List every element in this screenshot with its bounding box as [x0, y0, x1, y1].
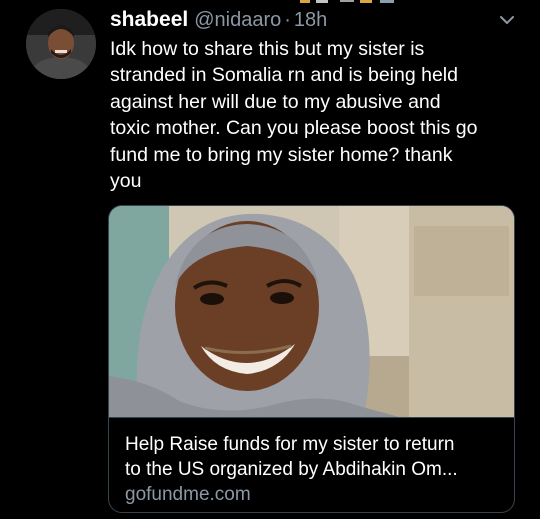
profile-avatar[interactable]	[26, 9, 96, 79]
avatar-image	[26, 9, 96, 79]
tweet-text-line: you	[110, 170, 142, 193]
tweet-text-line: fund me to bring my sister home? thank	[110, 143, 453, 166]
card-body: Help Raise funds for my sister to return…	[109, 417, 514, 512]
tweet-text-line: toxic mother. Can you please boost this …	[110, 117, 478, 140]
card-image	[109, 206, 514, 417]
separator-dot: ·	[284, 8, 291, 31]
tweet-header: shabeel @nidaaro · 18h	[110, 6, 327, 34]
tweet-text-line: stranded in Somalia rn and is being held	[110, 64, 458, 87]
card-title-line: Help Raise funds for my sister to return	[125, 434, 455, 455]
timestamp[interactable]: 18h	[294, 9, 327, 32]
chevron-down-icon[interactable]	[496, 9, 518, 31]
cropped-emoji-row	[300, 0, 394, 3]
link-preview-card[interactable]: Help Raise funds for my sister to return…	[108, 205, 515, 513]
user-handle[interactable]: @nidaaro	[194, 9, 281, 32]
tweet: shabeel @nidaaro · 18h Idk how to share …	[0, 0, 540, 519]
tweet-text-line: against her will due to my abusive and	[110, 90, 441, 113]
card-domain: gofundme.com	[125, 484, 251, 505]
display-name[interactable]: shabeel	[110, 8, 188, 32]
card-title-line: to the US organized by Abdihakin Om...	[125, 459, 458, 480]
tweet-text: Idk how to share this but my sister is s…	[110, 36, 520, 194]
card-title: Help Raise funds for my sister to return…	[125, 432, 498, 482]
tweet-text-line: Idk how to share this but my sister is	[110, 38, 425, 60]
